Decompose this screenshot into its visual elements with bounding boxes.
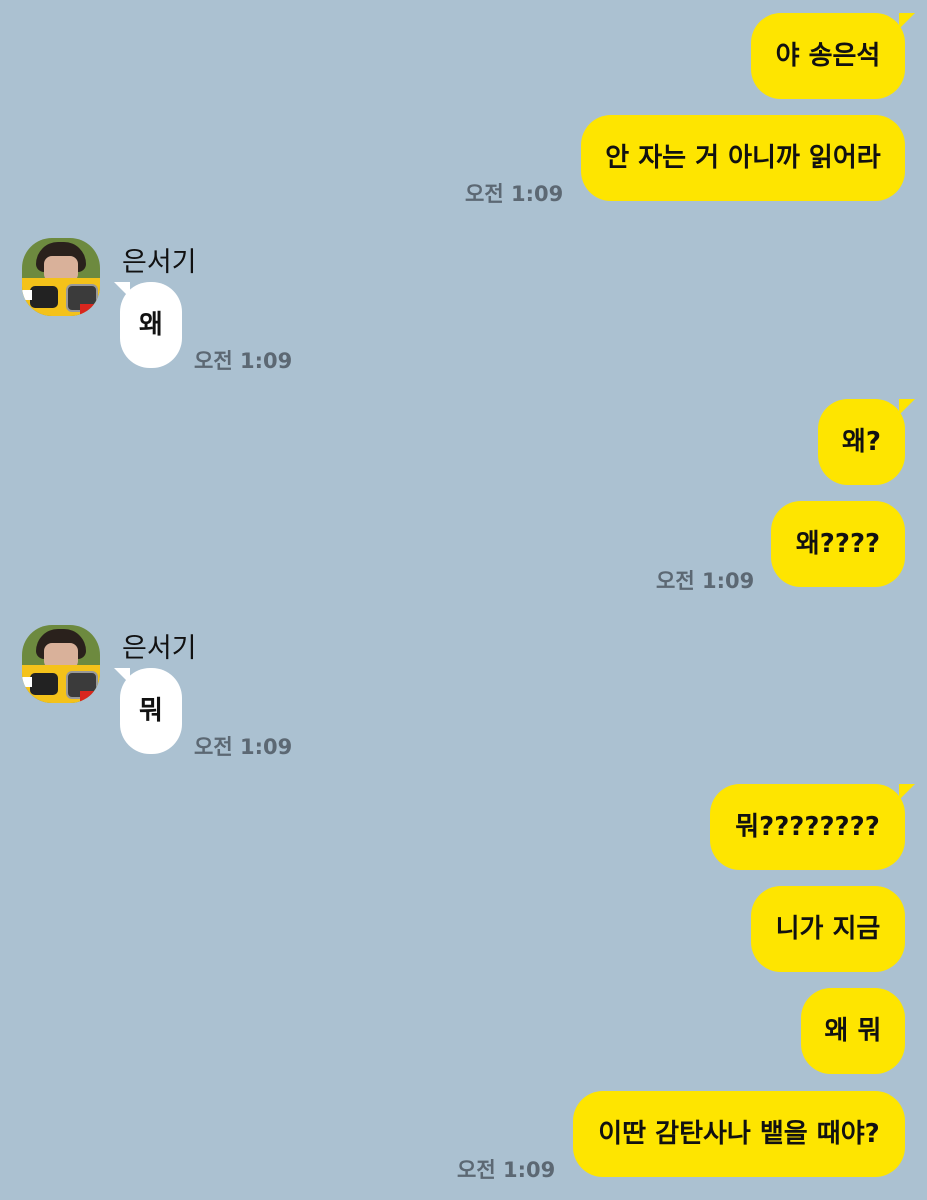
their-message-bubble[interactable]: 뭐: [120, 668, 182, 754]
my-message-bubble[interactable]: 이딴 감탄사나 뱉을 때야?: [573, 1091, 905, 1177]
sender-name[interactable]: 은서기: [122, 240, 197, 279]
avatar-tag-shape: [22, 677, 32, 687]
bubble-tail: [899, 784, 915, 800]
their-message-bubble[interactable]: 왜: [120, 282, 182, 368]
my-message-bubble[interactable]: 왜?: [818, 399, 905, 485]
bubble-tail: [899, 399, 915, 415]
avatar-lens-shape: [30, 673, 58, 695]
avatar-red-shape: [80, 691, 100, 703]
chat-room: 야 송은석 안 자는 거 아니까 읽어라 오전 1:09 은서기 왜 오전 1:…: [0, 0, 927, 1200]
message-text: 안 자는 거 아니까 읽어라: [605, 143, 881, 173]
my-message-bubble[interactable]: 왜????: [771, 501, 905, 587]
message-timestamp: 오전 1:09: [194, 349, 293, 373]
my-message-bubble[interactable]: 야 송은석: [751, 13, 905, 99]
message-text: 야 송은석: [775, 41, 881, 71]
sender-name[interactable]: 은서기: [122, 626, 197, 665]
avatar-tag-shape: [22, 290, 32, 300]
message-text: 왜?: [841, 427, 881, 457]
message-text: 이딴 감탄사나 뱉을 때야?: [598, 1119, 880, 1149]
message-timestamp: 오전 1:09: [457, 1158, 556, 1182]
message-text: 니가 지금: [775, 914, 881, 944]
message-text: 뭐: [139, 696, 163, 726]
message-text: 왜????: [795, 529, 881, 559]
avatar-red-shape: [80, 304, 100, 316]
message-text: 왜 뭐: [824, 1016, 882, 1046]
message-timestamp: 오전 1:09: [656, 569, 755, 593]
message-timestamp: 오전 1:09: [465, 182, 564, 206]
profile-avatar-icon[interactable]: [22, 238, 100, 316]
my-message-bubble[interactable]: 뭐????????: [710, 784, 905, 870]
bubble-tail: [899, 13, 915, 29]
message-text: 뭐????????: [735, 812, 880, 842]
message-timestamp: 오전 1:09: [194, 735, 293, 759]
avatar-lens-shape: [30, 286, 58, 308]
my-message-bubble[interactable]: 왜 뭐: [801, 988, 905, 1074]
message-text: 왜: [139, 310, 163, 340]
my-message-bubble[interactable]: 안 자는 거 아니까 읽어라: [581, 115, 905, 201]
profile-avatar-icon[interactable]: [22, 625, 100, 703]
my-message-bubble[interactable]: 니가 지금: [751, 886, 905, 972]
